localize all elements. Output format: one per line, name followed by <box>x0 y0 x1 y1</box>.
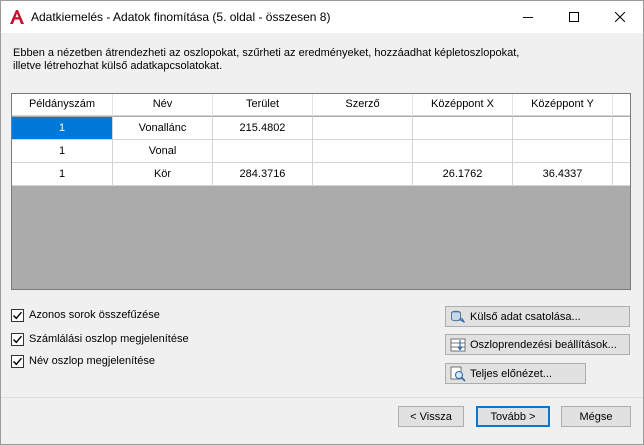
table-cell[interactable] <box>413 117 513 140</box>
column-header-count[interactable]: Példányszám <box>12 94 113 116</box>
maximize-icon <box>569 12 579 22</box>
table-cell[interactable] <box>313 140 413 163</box>
checkmark-icon <box>13 311 23 319</box>
table-cell-filler <box>613 163 630 186</box>
next-label: Tovább > <box>490 410 536 423</box>
minimize-button[interactable] <box>505 1 551 33</box>
table-cell[interactable]: 284.3716 <box>213 163 313 186</box>
table-cell[interactable]: Kör <box>113 163 213 186</box>
close-button[interactable] <box>597 1 643 33</box>
checkbox-box[interactable] <box>11 308 24 322</box>
column-header-area[interactable]: Terület <box>213 94 313 116</box>
table-row[interactable]: 1 Vonal <box>12 140 630 163</box>
maximize-button[interactable] <box>551 1 597 33</box>
minimize-icon <box>523 17 533 18</box>
description-text: Ebben a nézetben átrendezheti az oszlopo… <box>13 47 613 73</box>
table-cell[interactable] <box>513 140 613 163</box>
next-button[interactable]: Tovább > <box>476 406 550 427</box>
back-label: < Vissza <box>410 410 452 423</box>
table-cell[interactable] <box>313 117 413 140</box>
full-preview-label: Teljes előnézet... <box>470 367 552 380</box>
title-bar[interactable]: Adatkiemelés - Adatok finomítása (5. old… <box>1 1 643 33</box>
sort-order-icon <box>450 337 466 353</box>
checkmark-icon <box>13 335 23 343</box>
grid-header-row: Példányszám Név Terület Szerző Középpont… <box>12 94 630 116</box>
column-sort-settings-label: Oszloprendezési beállítások... <box>470 338 617 351</box>
table-cell[interactable]: 1 <box>12 117 113 140</box>
table-cell[interactable]: Vonal <box>113 140 213 163</box>
table-cell-filler <box>613 117 630 140</box>
column-header-name[interactable]: Név <box>113 94 213 116</box>
column-header-filler <box>613 94 630 116</box>
table-cell[interactable] <box>413 140 513 163</box>
checkbox-box[interactable] <box>11 354 24 368</box>
footer-separator <box>1 397 643 398</box>
table-cell[interactable]: 215.4802 <box>213 117 313 140</box>
back-button[interactable]: < Vissza <box>398 406 464 427</box>
table-cell[interactable] <box>213 140 313 163</box>
column-header-center-x[interactable]: Középpont X <box>413 94 513 116</box>
preview-magnifier-icon <box>450 366 466 382</box>
merge-rows-label: Azonos sorok összefűzése <box>29 309 160 321</box>
close-icon <box>615 12 625 22</box>
description-line-1: Ebben a nézetben átrendezheti az oszlopo… <box>13 47 520 59</box>
show-name-column-label: Név oszlop megjelenítése <box>29 355 155 367</box>
table-row[interactable]: 1 Kör 284.3716 26.1762 36.4337 <box>12 163 630 186</box>
checkbox-box[interactable] <box>11 332 24 346</box>
show-count-column-label: Számlálási oszlop megjelenítése <box>29 333 189 345</box>
column-sort-settings-button[interactable]: Oszloprendezési beállítások... <box>445 334 630 355</box>
table-cell[interactable]: 26.1762 <box>413 163 513 186</box>
table-cell[interactable]: 36.4337 <box>513 163 613 186</box>
table-cell[interactable]: Vonallánc <box>113 117 213 140</box>
table-cell-filler <box>613 140 630 163</box>
show-count-column-checkbox[interactable]: Számlálási oszlop megjelenítése <box>11 331 189 347</box>
column-header-center-y[interactable]: Középpont Y <box>513 94 613 116</box>
column-header-author[interactable]: Szerző <box>313 94 413 116</box>
data-grid[interactable]: Példányszám Név Terület Szerző Középpont… <box>11 93 631 290</box>
table-cell[interactable]: 1 <box>12 140 113 163</box>
window-title: Adatkiemelés - Adatok finomítása (5. old… <box>31 10 331 24</box>
table-cell[interactable] <box>513 117 613 140</box>
table-row[interactable]: 1 Vonallánc 215.4802 <box>12 117 630 140</box>
table-cell[interactable]: 1 <box>12 163 113 186</box>
cancel-button[interactable]: Mégse <box>561 406 631 427</box>
link-data-icon <box>450 309 466 325</box>
link-external-data-label: Külső adat csatolása... <box>470 310 581 323</box>
full-preview-button[interactable]: Teljes előnézet... <box>445 363 586 384</box>
dialog-window: Adatkiemelés - Adatok finomítása (5. old… <box>0 0 644 445</box>
link-external-data-button[interactable]: Külső adat csatolása... <box>445 306 630 327</box>
table-cell[interactable] <box>313 163 413 186</box>
description-line-2: illetve létrehozhat külső adatkapcsolato… <box>13 60 223 72</box>
checkmark-icon <box>13 357 23 365</box>
merge-rows-checkbox[interactable]: Azonos sorok összefűzése <box>11 307 160 323</box>
show-name-column-checkbox[interactable]: Név oszlop megjelenítése <box>11 353 155 369</box>
autocad-app-icon <box>9 9 25 25</box>
cancel-label: Mégse <box>579 410 613 423</box>
